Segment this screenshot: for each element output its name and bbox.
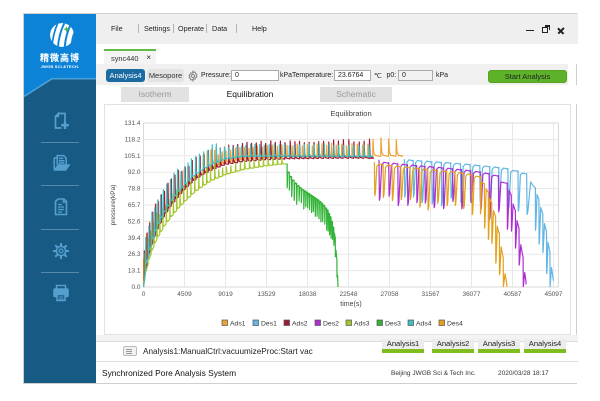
svg-text:18038: 18038 [298,291,316,298]
svg-text:4509: 4509 [177,291,192,298]
svg-text:105.1: 105.1 [124,153,141,160]
svg-text:Des4: Des4 [447,321,463,328]
svg-text:131.4: 131.4 [124,120,141,127]
svg-text:Des3: Des3 [385,321,401,328]
svg-text:0.0: 0.0 [131,284,140,291]
svg-text:Des1: Des1 [261,321,277,328]
svg-text:13529: 13529 [257,291,275,298]
svg-text:22548: 22548 [339,291,357,298]
svg-text:118.2: 118.2 [125,136,141,143]
svg-text:pressure(kPa): pressure(kPa) [110,185,117,226]
svg-text:65.7: 65.7 [128,202,141,209]
svg-text:45097: 45097 [544,291,562,298]
svg-text:40587: 40587 [503,291,521,298]
svg-text:Ads4: Ads4 [416,321,432,328]
svg-text:Equilibration: Equilibration [330,109,371,118]
svg-text:78.8: 78.8 [128,186,141,193]
svg-text:27058: 27058 [380,291,398,298]
svg-text:0: 0 [142,291,146,298]
svg-text:39.4: 39.4 [128,235,141,242]
svg-text:13.1: 13.1 [128,268,141,275]
svg-text:time(s): time(s) [340,301,361,308]
svg-text:9019: 9019 [218,291,233,298]
svg-text:31567: 31567 [421,291,439,298]
svg-text:52.6: 52.6 [128,218,141,225]
svg-text:Des2: Des2 [323,321,339,328]
svg-text:Ads1: Ads1 [230,321,246,328]
svg-text:36077: 36077 [462,291,480,298]
svg-text:26.3: 26.3 [128,251,141,258]
svg-text:Ads3: Ads3 [354,321,370,328]
svg-text:92.0: 92.0 [128,169,141,176]
svg-text:Ads2: Ads2 [292,321,308,328]
